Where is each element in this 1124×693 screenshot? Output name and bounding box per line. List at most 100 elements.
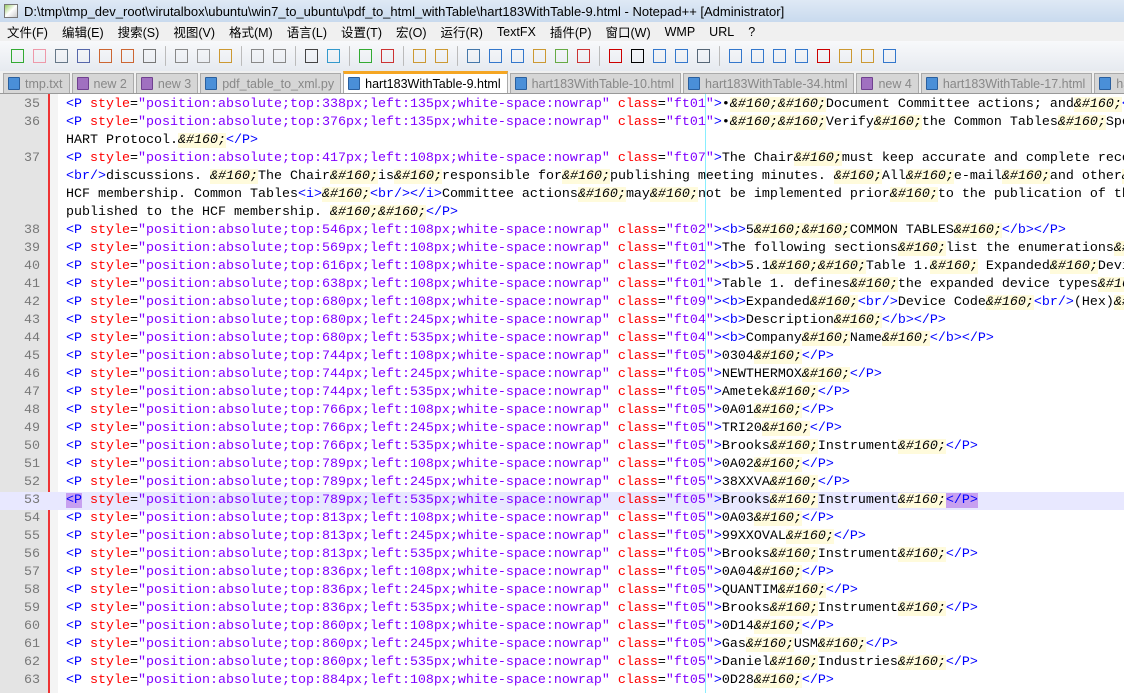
tab-new-2[interactable]: new 2 xyxy=(71,73,134,93)
code-line[interactable]: 57 <P style="position:absolute;top:836px;… xyxy=(0,564,1124,582)
menu-item[interactable]: WMP xyxy=(658,25,703,39)
code-line[interactable]: 36 <P style="position:absolute;top:376px;… xyxy=(0,114,1124,132)
move-up-button[interactable] xyxy=(748,47,767,66)
spell-auto-button[interactable] xyxy=(880,47,899,66)
code-line[interactable]: 48 <P style="position:absolute;top:766px;… xyxy=(0,402,1124,420)
code-line[interactable]: 50 <P style="position:absolute;top:766px;… xyxy=(0,438,1124,456)
word-wrap-button[interactable] xyxy=(464,47,483,66)
close-button[interactable] xyxy=(96,47,115,66)
code-editor[interactable]: 35 <P style="position:absolute;top:338px;… xyxy=(0,94,1124,693)
save-button[interactable] xyxy=(52,47,71,66)
open-folder-button[interactable] xyxy=(858,47,877,66)
move-down-button[interactable] xyxy=(770,47,789,66)
menu-item[interactable]: 语言(L) xyxy=(280,22,334,41)
record-macro-button[interactable] xyxy=(606,47,625,66)
spell-auto-icon xyxy=(883,49,896,63)
string-token: "ft01" xyxy=(665,277,714,292)
unfold-button[interactable] xyxy=(792,47,811,66)
sync-horizontal-button[interactable] xyxy=(432,47,451,66)
code-line[interactable]: 60 <P style="position:absolute;top:860px;… xyxy=(0,618,1124,636)
code-line[interactable]: 59 <P style="position:absolute;top:836px;… xyxy=(0,600,1124,618)
code-line[interactable]: 43 <P style="position:absolute;top:680px;… xyxy=(0,312,1124,330)
menu-item[interactable]: URL xyxy=(702,25,741,39)
menu-item[interactable]: ? xyxy=(741,25,762,39)
menu-item[interactable]: 文件(F) xyxy=(0,22,55,41)
play-macro-button[interactable] xyxy=(650,47,669,66)
code-line[interactable]: 38 <P style="position:absolute;top:546px;… xyxy=(0,222,1124,240)
sync-vertical-button[interactable] xyxy=(410,47,429,66)
code-line[interactable]: 55 <P style="position:absolute;top:813px;… xyxy=(0,528,1124,546)
code-line[interactable]: 51 <P style="position:absolute;top:789px;… xyxy=(0,456,1124,474)
indent-guide-button[interactable] xyxy=(508,47,527,66)
code-line[interactable]: HART Protocol.&#160;</P> xyxy=(0,132,1124,150)
code-line[interactable]: 54 <P style="position:absolute;top:813px;… xyxy=(0,510,1124,528)
code-line[interactable]: 39 <P style="position:absolute;top:569px;… xyxy=(0,240,1124,258)
code-line[interactable]: published to the HCF membership. &#160;&… xyxy=(0,204,1124,222)
new-file-button[interactable] xyxy=(8,47,27,66)
menu-item[interactable]: 运行(R) xyxy=(434,22,490,41)
menu-item[interactable]: 编辑(E) xyxy=(55,22,111,41)
redo-button[interactable] xyxy=(270,47,289,66)
menu-item[interactable]: 设置(T) xyxy=(334,22,389,41)
code-line[interactable]: 42 <P style="position:absolute;top:680px;… xyxy=(0,294,1124,312)
code-line[interactable]: 56 <P style="position:absolute;top:813px;… xyxy=(0,546,1124,564)
code-line[interactable]: 62 <P style="position:absolute;top:860px;… xyxy=(0,654,1124,672)
code-line[interactable]: 61 <P style="position:absolute;top:860px;… xyxy=(0,636,1124,654)
menu-item[interactable]: 视图(V) xyxy=(166,22,222,41)
menu-item[interactable]: 搜索(S) xyxy=(111,22,167,41)
code-line[interactable]: 49 <P style="position:absolute;top:766px;… xyxy=(0,420,1124,438)
user-lang-button[interactable] xyxy=(530,47,549,66)
copy-button[interactable] xyxy=(194,47,213,66)
line-text: <P style="position:absolute;top:680px;le… xyxy=(66,312,946,330)
code-line[interactable]: 46 <P style="position:absolute;top:744px;… xyxy=(0,366,1124,384)
tab-new-4[interactable]: new 4 xyxy=(856,73,919,93)
menu-item[interactable]: 窗口(W) xyxy=(598,22,657,41)
spellcheck-button[interactable] xyxy=(814,47,833,66)
save-all-button[interactable] xyxy=(74,47,93,66)
doc-map-button[interactable] xyxy=(552,47,571,66)
paste-button[interactable] xyxy=(216,47,235,66)
tab-tmp-txt[interactable]: tmp.txt xyxy=(3,73,70,93)
replace-button[interactable] xyxy=(324,47,343,66)
cut-button[interactable] xyxy=(172,47,191,66)
tab-hart183withtable-32-html[interactable]: hart183WithTable-32.html xyxy=(1094,73,1124,93)
print-button[interactable] xyxy=(140,47,159,66)
undo-button[interactable] xyxy=(248,47,267,66)
tab-hart183withtable-10-html[interactable]: hart183WithTable-10.html xyxy=(509,73,682,93)
tab-hart183withtable-9-html[interactable]: hart183WithTable-9.html xyxy=(343,71,508,93)
menu-item[interactable]: TextFX xyxy=(490,25,543,39)
find-button[interactable] xyxy=(302,47,321,66)
code-line[interactable]: 53 <P style="position:absolute;top:789px;… xyxy=(0,492,1124,510)
code-line[interactable]: 44 <P style="position:absolute;top:680px;… xyxy=(0,330,1124,348)
tab-hart183withtable-17-html[interactable]: hart183WithTable-17.html xyxy=(920,73,1093,93)
tab-pdf_table_to_xml-py[interactable]: pdf_table_to_xml.py xyxy=(200,73,342,93)
stop-record-button[interactable] xyxy=(628,47,647,66)
code-line[interactable]: 35 <P style="position:absolute;top:338px;… xyxy=(0,96,1124,114)
function-list-button[interactable] xyxy=(574,47,593,66)
open-file-button[interactable] xyxy=(30,47,49,66)
show-all-chars-button[interactable] xyxy=(486,47,505,66)
save-macro-button[interactable] xyxy=(694,47,713,66)
code-line[interactable]: HCF membership. Common Tables<i>&#160;<b… xyxy=(0,186,1124,204)
code-line[interactable]: 41 <P style="position:absolute;top:638px;… xyxy=(0,276,1124,294)
code-line[interactable]: 40 <P style="position:absolute;top:616px;… xyxy=(0,258,1124,276)
close-all-button[interactable] xyxy=(118,47,137,66)
code-line[interactable]: 47 <P style="position:absolute;top:744px;… xyxy=(0,384,1124,402)
run-macro-multiple-button[interactable] xyxy=(672,47,691,66)
menu-item[interactable]: 格式(M) xyxy=(222,22,280,41)
code-line[interactable]: 37 <P style="position:absolute;top:417px;… xyxy=(0,150,1124,168)
text-token: the expanded device types xyxy=(897,277,1098,292)
zoom-in-button[interactable] xyxy=(356,47,375,66)
code-line[interactable]: 45 <P style="position:absolute;top:744px;… xyxy=(0,348,1124,366)
code-line[interactable]: <br/>discussions. &#160;The Chair&#160;i… xyxy=(0,168,1124,186)
menu-item[interactable]: 宏(O) xyxy=(389,22,434,41)
zoom-out-button[interactable] xyxy=(378,47,397,66)
code-line[interactable]: 63 <P style="position:absolute;top:884px;… xyxy=(0,672,1124,690)
fold-all-button[interactable] xyxy=(726,47,745,66)
code-line[interactable]: 58 <P style="position:absolute;top:836px;… xyxy=(0,582,1124,600)
tab-new-3[interactable]: new 3 xyxy=(135,73,199,93)
spell-settings-button[interactable] xyxy=(836,47,855,66)
code-line[interactable]: 52 <P style="position:absolute;top:789px;… xyxy=(0,474,1124,492)
tab-hart183withtable-34-html[interactable]: hart183WithTable-34.html xyxy=(683,73,855,93)
menu-item[interactable]: 插件(P) xyxy=(543,22,599,41)
